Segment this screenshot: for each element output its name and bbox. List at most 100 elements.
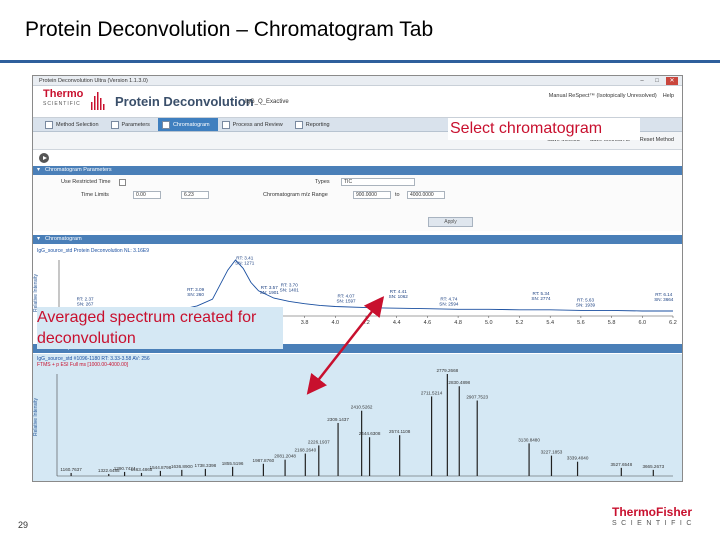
peak-mz-label: 2779.2668 xyxy=(436,368,458,373)
tab-label: Method Selection xyxy=(56,121,99,128)
checkbox-icon xyxy=(294,120,303,129)
tab-label: Reporting xyxy=(305,121,330,128)
peak-label-sn: SN: 1939 xyxy=(576,302,596,307)
spectrum-plot[interactable]: 1160.7637 1322.64851390.74241463.48651544… xyxy=(33,354,683,482)
peak-label-sn: SN: 1597 xyxy=(336,298,356,303)
x-tick-label: 5.4 xyxy=(546,320,554,326)
chromatogram-parameters-panel: Use Restricted Time Time Limits 0.00 6.2… xyxy=(33,175,682,231)
time-to-input[interactable]: 6.23 xyxy=(181,191,209,199)
callout-select-chromatogram: Select chromatogram xyxy=(448,118,640,140)
x-tick-label: 4.8 xyxy=(454,320,462,326)
use-restricted-time-checkbox[interactable] xyxy=(119,179,126,186)
peak-label-sn: SN: 2594 xyxy=(439,301,459,306)
x-tick-label: 3.8 xyxy=(301,320,309,326)
peak-label: RT: 6.14 SN: 3664 xyxy=(654,292,674,302)
tab-label: Parameters xyxy=(121,121,150,128)
time-limits-label: Time Limits xyxy=(81,192,109,198)
peak-mz-label: 1636.8900 xyxy=(171,464,193,469)
x-tick-label: 5.0 xyxy=(485,320,493,326)
tab-process-and-review[interactable]: Process and Review xyxy=(218,118,291,131)
header-right: Manual ReSpect™ (Isotopically Unresolved… xyxy=(549,93,674,99)
peak-label: RT: 5.63 SN: 1939 xyxy=(576,297,596,307)
peak-mz-label: 3665.2673 xyxy=(642,464,664,469)
help-link[interactable]: Help xyxy=(663,93,674,99)
tab-label: Process and Review xyxy=(232,121,283,128)
mode-label[interactable]: Manual ReSpect™ (Isotopically Unresolved… xyxy=(549,93,657,99)
peak-label: RT: 4.07 SN: 1597 xyxy=(336,293,356,303)
peak-label: RT: 4.41 SN: 1062 xyxy=(389,289,409,299)
mz-to-input[interactable]: 4000.0000 xyxy=(407,191,445,199)
section-chromatogram[interactable]: Chromatogram xyxy=(33,235,682,244)
tab-chromatogram[interactable]: Chromatogram xyxy=(157,118,218,131)
app-logo-text: Thermo xyxy=(43,88,84,100)
checkbox-icon xyxy=(221,120,230,129)
thermofisher-logo: ThermoFisher SCIENTIFIC xyxy=(612,506,696,529)
peak-mz-label: 2309.1437 xyxy=(327,417,349,422)
slide-title: Protein Deconvolution – Chromatogram Tab xyxy=(25,18,434,41)
minimize-button[interactable]: – xyxy=(636,77,648,85)
peak-label: RT: 3.41 SN: 1271 xyxy=(235,255,255,265)
peak-mz-label: 2226.1937 xyxy=(308,439,330,444)
peak-mz-label: 1544.8798 xyxy=(150,465,172,470)
mz-range-label: Chromatogram m/z Range xyxy=(263,192,328,198)
peak-label: RT: 3.09 SN: 260 xyxy=(187,287,204,297)
checkbox-icon xyxy=(161,120,170,129)
peak-mz-label: 2574.1108 xyxy=(389,429,411,434)
peak-mz-label: 3130.8480 xyxy=(518,437,540,442)
peak-mz-label: 1160.7637 xyxy=(60,467,82,472)
peak-mz-label: 2907.7523 xyxy=(466,395,488,400)
app-logo-subtext: SCIENTIFIC xyxy=(43,101,81,107)
peak-label-sn: SN: 1901 xyxy=(260,290,280,295)
x-tick-label: 4.0 xyxy=(331,320,339,326)
close-button[interactable]: ✕ xyxy=(666,77,678,85)
callout-averaged-spectrum: Averaged spectrum created for deconvolut… xyxy=(37,307,283,349)
spectrum-logo-icon xyxy=(91,92,105,110)
x-tick-label: 4.2 xyxy=(362,320,370,326)
peak-mz-label: 3527.6548 xyxy=(610,462,632,467)
tab-label: Chromatogram xyxy=(172,121,210,128)
x-tick-label: 6.0 xyxy=(638,320,646,326)
window-buttons: – □ ✕ xyxy=(636,77,678,85)
slide: Protein Deconvolution – Chromatogram Tab… xyxy=(0,0,720,540)
peak-label: RT: 2.37 SN: 267 xyxy=(77,296,94,306)
types-select[interactable]: TIC xyxy=(341,178,415,186)
x-tick-label: 6.2 xyxy=(669,320,677,326)
tab-parameters[interactable]: Parameters xyxy=(107,118,158,131)
peak-mz-label: 1855.5196 xyxy=(222,461,244,466)
peak-label-sn: SN: 2774 xyxy=(531,296,551,301)
reset-method-button[interactable]: Reset Method xyxy=(640,137,674,143)
method-name: IgG_Q_Exactive xyxy=(245,99,289,105)
peak-mz-label: 2444.6308 xyxy=(359,431,381,436)
window-title-bar: Protein Deconvolution Ultra (Version 1.1… xyxy=(33,76,682,86)
checkbox-icon xyxy=(110,120,119,129)
section-chromatogram-parameters[interactable]: Chromatogram Parameters xyxy=(33,166,682,175)
peak-label-sn: SN: 1401 xyxy=(280,287,300,292)
peak-label: RT: 4.74 SN: 2594 xyxy=(439,296,459,306)
types-label: Types xyxy=(315,179,330,185)
apply-button[interactable]: Apply xyxy=(428,217,473,227)
tab-reporting[interactable]: Reporting xyxy=(291,118,338,131)
peak-mz-label: 3227.1853 xyxy=(541,450,563,455)
spectrum-info: IgG_source_std #1096-1180 RT: 3.33-3.58 … xyxy=(37,356,150,368)
spectrum-panel[interactable]: IgG_source_std #1096-1180 RT: 3.33-3.58 … xyxy=(33,354,683,482)
mz-to-label: to xyxy=(395,192,400,198)
peak-label: RT: 5.34 SN: 2774 xyxy=(531,291,551,301)
run-icon[interactable] xyxy=(39,153,49,163)
peak-mz-label: 2830.4898 xyxy=(448,380,470,385)
mz-from-input[interactable]: 900.0000 xyxy=(353,191,391,199)
peak-mz-label: 1987.8760 xyxy=(253,458,275,463)
peak-label-sn: SN: 3664 xyxy=(654,297,674,302)
tab-method-selection[interactable]: Method Selection xyxy=(41,118,107,131)
peak-mz-label: 2081.2048 xyxy=(274,454,296,459)
peak-label: RT: 3.70 SN: 1401 xyxy=(280,282,300,292)
footer-logo-bottom: SCIENTIFIC xyxy=(612,520,696,527)
app-header: Thermo SCIENTIFIC Protein Deconvolution … xyxy=(33,86,682,118)
peak-mz-label: 2711.5214 xyxy=(421,390,443,395)
peak-label-sn: SN: 267 xyxy=(77,301,94,306)
use-restricted-time-label: Use Restricted Time xyxy=(61,179,111,185)
maximize-button[interactable]: □ xyxy=(651,77,663,85)
peak-label-sn: SN: 260 xyxy=(187,292,204,297)
time-from-input[interactable]: 0.00 xyxy=(133,191,161,199)
window-title: Protein Deconvolution Ultra (Version 1.1… xyxy=(39,78,148,84)
x-tick-label: 4.6 xyxy=(424,320,432,326)
